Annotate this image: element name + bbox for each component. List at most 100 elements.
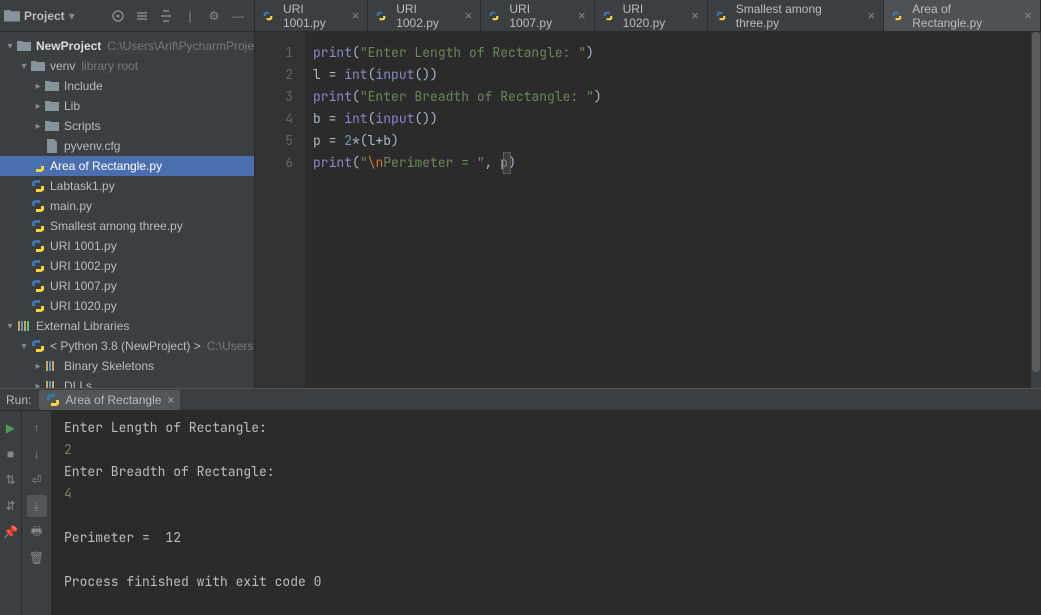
python-file-icon [603, 8, 619, 24]
tab-label: URI 1020.py [623, 2, 686, 30]
close-icon[interactable]: × [868, 8, 876, 23]
tree-file[interactable]: URI 1020.py [0, 296, 254, 316]
run-header: Run: Area of Rectangle × [0, 389, 1041, 411]
print-button[interactable]: 🖶 [27, 521, 47, 543]
tree-file[interactable]: Smallest among three.py [0, 216, 254, 236]
python-env-path: C:\Users [207, 339, 254, 353]
tree-item[interactable]: ▸Binary Skeletons [0, 356, 254, 376]
python-file-icon [263, 8, 279, 24]
tree-file[interactable]: URI 1007.py [0, 276, 254, 296]
venv-folder[interactable]: ▾ venv library root [0, 56, 254, 76]
run-panel: Run: Area of Rectangle × ▶ ■ ⇅ ⇵ 📌 ↑ ↓ ⏎… [0, 388, 1041, 615]
external-libraries[interactable]: ▾ External Libraries [0, 316, 254, 336]
console-line [64, 505, 1041, 527]
editor-tab[interactable]: URI 1001.py × [255, 0, 368, 31]
divider: | [180, 6, 200, 26]
console-output[interactable]: Enter Length of Rectangle: 2Enter Breadt… [52, 411, 1041, 615]
code-line[interactable]: l = int(input()) [313, 64, 1041, 86]
project-label[interactable]: Project [24, 9, 65, 23]
down-button[interactable]: ↓ [27, 443, 47, 465]
tree-item-label: Lib [64, 99, 80, 113]
python-file-icon [30, 178, 46, 194]
line-number: 4 [255, 108, 293, 130]
pin-button[interactable]: 📌 [1, 521, 21, 543]
code-line[interactable]: print("Enter Length of Rectangle: ") [313, 42, 1041, 64]
editor-tab[interactable]: URI 1020.py × [595, 0, 708, 31]
python-file-icon [30, 238, 46, 254]
tab-label: URI 1007.py [509, 2, 572, 30]
tree-item[interactable]: ▸Include [0, 76, 254, 96]
folder-icon [30, 58, 46, 74]
editor-tab[interactable]: URI 1007.py × [481, 0, 594, 31]
line-number: 6 [255, 152, 293, 174]
tree-item[interactable]: ▸Lib [0, 96, 254, 116]
console-line: 2 [64, 439, 1041, 461]
run-tab[interactable]: Area of Rectangle × [39, 390, 180, 410]
caret [503, 152, 511, 174]
up-button[interactable]: ↑ [27, 417, 47, 439]
editor-area: URI 1001.py×URI 1002.py×URI 1007.py×URI … [255, 0, 1041, 388]
layout-button[interactable]: ⇅ [1, 469, 21, 491]
file-name: Area of Rectangle.py [50, 159, 162, 173]
editor-tab[interactable]: Area of Rectangle.py× [884, 0, 1041, 31]
code-line[interactable]: p = 2*(l+b) [313, 130, 1041, 152]
collapse-all-icon[interactable] [156, 6, 176, 26]
close-icon[interactable]: × [691, 8, 699, 23]
folder-icon [44, 78, 60, 94]
tree-file[interactable]: URI 1002.py [0, 256, 254, 276]
console-line: Perimeter = 12 [64, 527, 1041, 549]
scroll-to-end-button[interactable]: ⤓ [27, 495, 47, 517]
python-icon [45, 392, 61, 408]
tree-item-label: pyvenv.cfg [64, 139, 120, 153]
code-line[interactable]: print("\nPerimeter = ", p) [313, 152, 1041, 174]
file-name: Smallest among three.py [50, 219, 183, 233]
run-label: Run: [6, 393, 31, 407]
python-env[interactable]: ▾ < Python 3.8 (NewProject) > C:\Users [0, 336, 254, 356]
code-content[interactable]: print("Enter Length of Rectangle: ")l = … [305, 32, 1041, 388]
settings-icon[interactable]: ⚙ [204, 6, 224, 26]
run-tab-label: Area of Rectangle [65, 393, 161, 407]
select-open-file-icon[interactable] [108, 6, 128, 26]
project-sidebar: Project ▾ | ⚙ — ▾ NewProject C:\Users\Ar… [0, 0, 255, 388]
tree-file[interactable]: Labtask1.py [0, 176, 254, 196]
close-icon[interactable]: × [352, 8, 360, 23]
close-icon[interactable]: × [1024, 8, 1032, 23]
dropdown-arrow-icon[interactable]: ▾ [69, 9, 75, 23]
tree-item[interactable]: pyvenv.cfg [0, 136, 254, 156]
wrap-button[interactable]: ⏎ [27, 469, 47, 491]
tree-file[interactable]: Area of Rectangle.py [0, 156, 254, 176]
close-icon[interactable]: × [465, 8, 473, 23]
code-line[interactable]: b = int(input()) [313, 108, 1041, 130]
code-line[interactable]: print("Enter Breadth of Rectangle: ") [313, 86, 1041, 108]
hide-icon[interactable]: — [228, 6, 248, 26]
tab-label: URI 1001.py [283, 2, 346, 30]
close-icon[interactable]: × [578, 8, 586, 23]
python-file-icon [30, 298, 46, 314]
tree-item[interactable]: ▸DLLs [0, 376, 254, 388]
close-icon[interactable]: × [167, 393, 174, 407]
rerun-button[interactable]: ▶ [1, 417, 21, 439]
code-editor[interactable]: 123456 print("Enter Length of Rectangle:… [255, 32, 1041, 388]
tree-file[interactable]: URI 1001.py [0, 236, 254, 256]
console-line: Process finished with exit code 0 [64, 571, 1041, 593]
python-file-icon [30, 278, 46, 294]
folder-icon [16, 38, 32, 54]
editor-tab[interactable]: Smallest among three.py× [708, 0, 885, 31]
project-root-path: C:\Users\Arif\PycharmProje [107, 39, 254, 53]
editor-tab[interactable]: URI 1002.py× [368, 0, 481, 31]
project-tree[interactable]: ▾ NewProject C:\Users\Arif\PycharmProje … [0, 32, 254, 388]
layout-button-2[interactable]: ⇵ [1, 495, 21, 517]
python-file-icon [489, 8, 505, 24]
console-line: Enter Length of Rectangle: [64, 417, 1041, 439]
clear-button[interactable]: 🗑 [27, 547, 47, 569]
file-name: URI 1002.py [50, 259, 117, 273]
sidebar-header: Project ▾ | ⚙ — [0, 0, 254, 32]
project-root[interactable]: ▾ NewProject C:\Users\Arif\PycharmProje [0, 36, 254, 56]
stop-button[interactable]: ■ [1, 443, 21, 465]
library-icon [16, 318, 32, 334]
tree-file[interactable]: main.py [0, 196, 254, 216]
tree-item[interactable]: ▸Scripts [0, 116, 254, 136]
expand-all-icon[interactable] [132, 6, 152, 26]
library-icon [44, 358, 60, 374]
python-file-icon [716, 8, 732, 24]
